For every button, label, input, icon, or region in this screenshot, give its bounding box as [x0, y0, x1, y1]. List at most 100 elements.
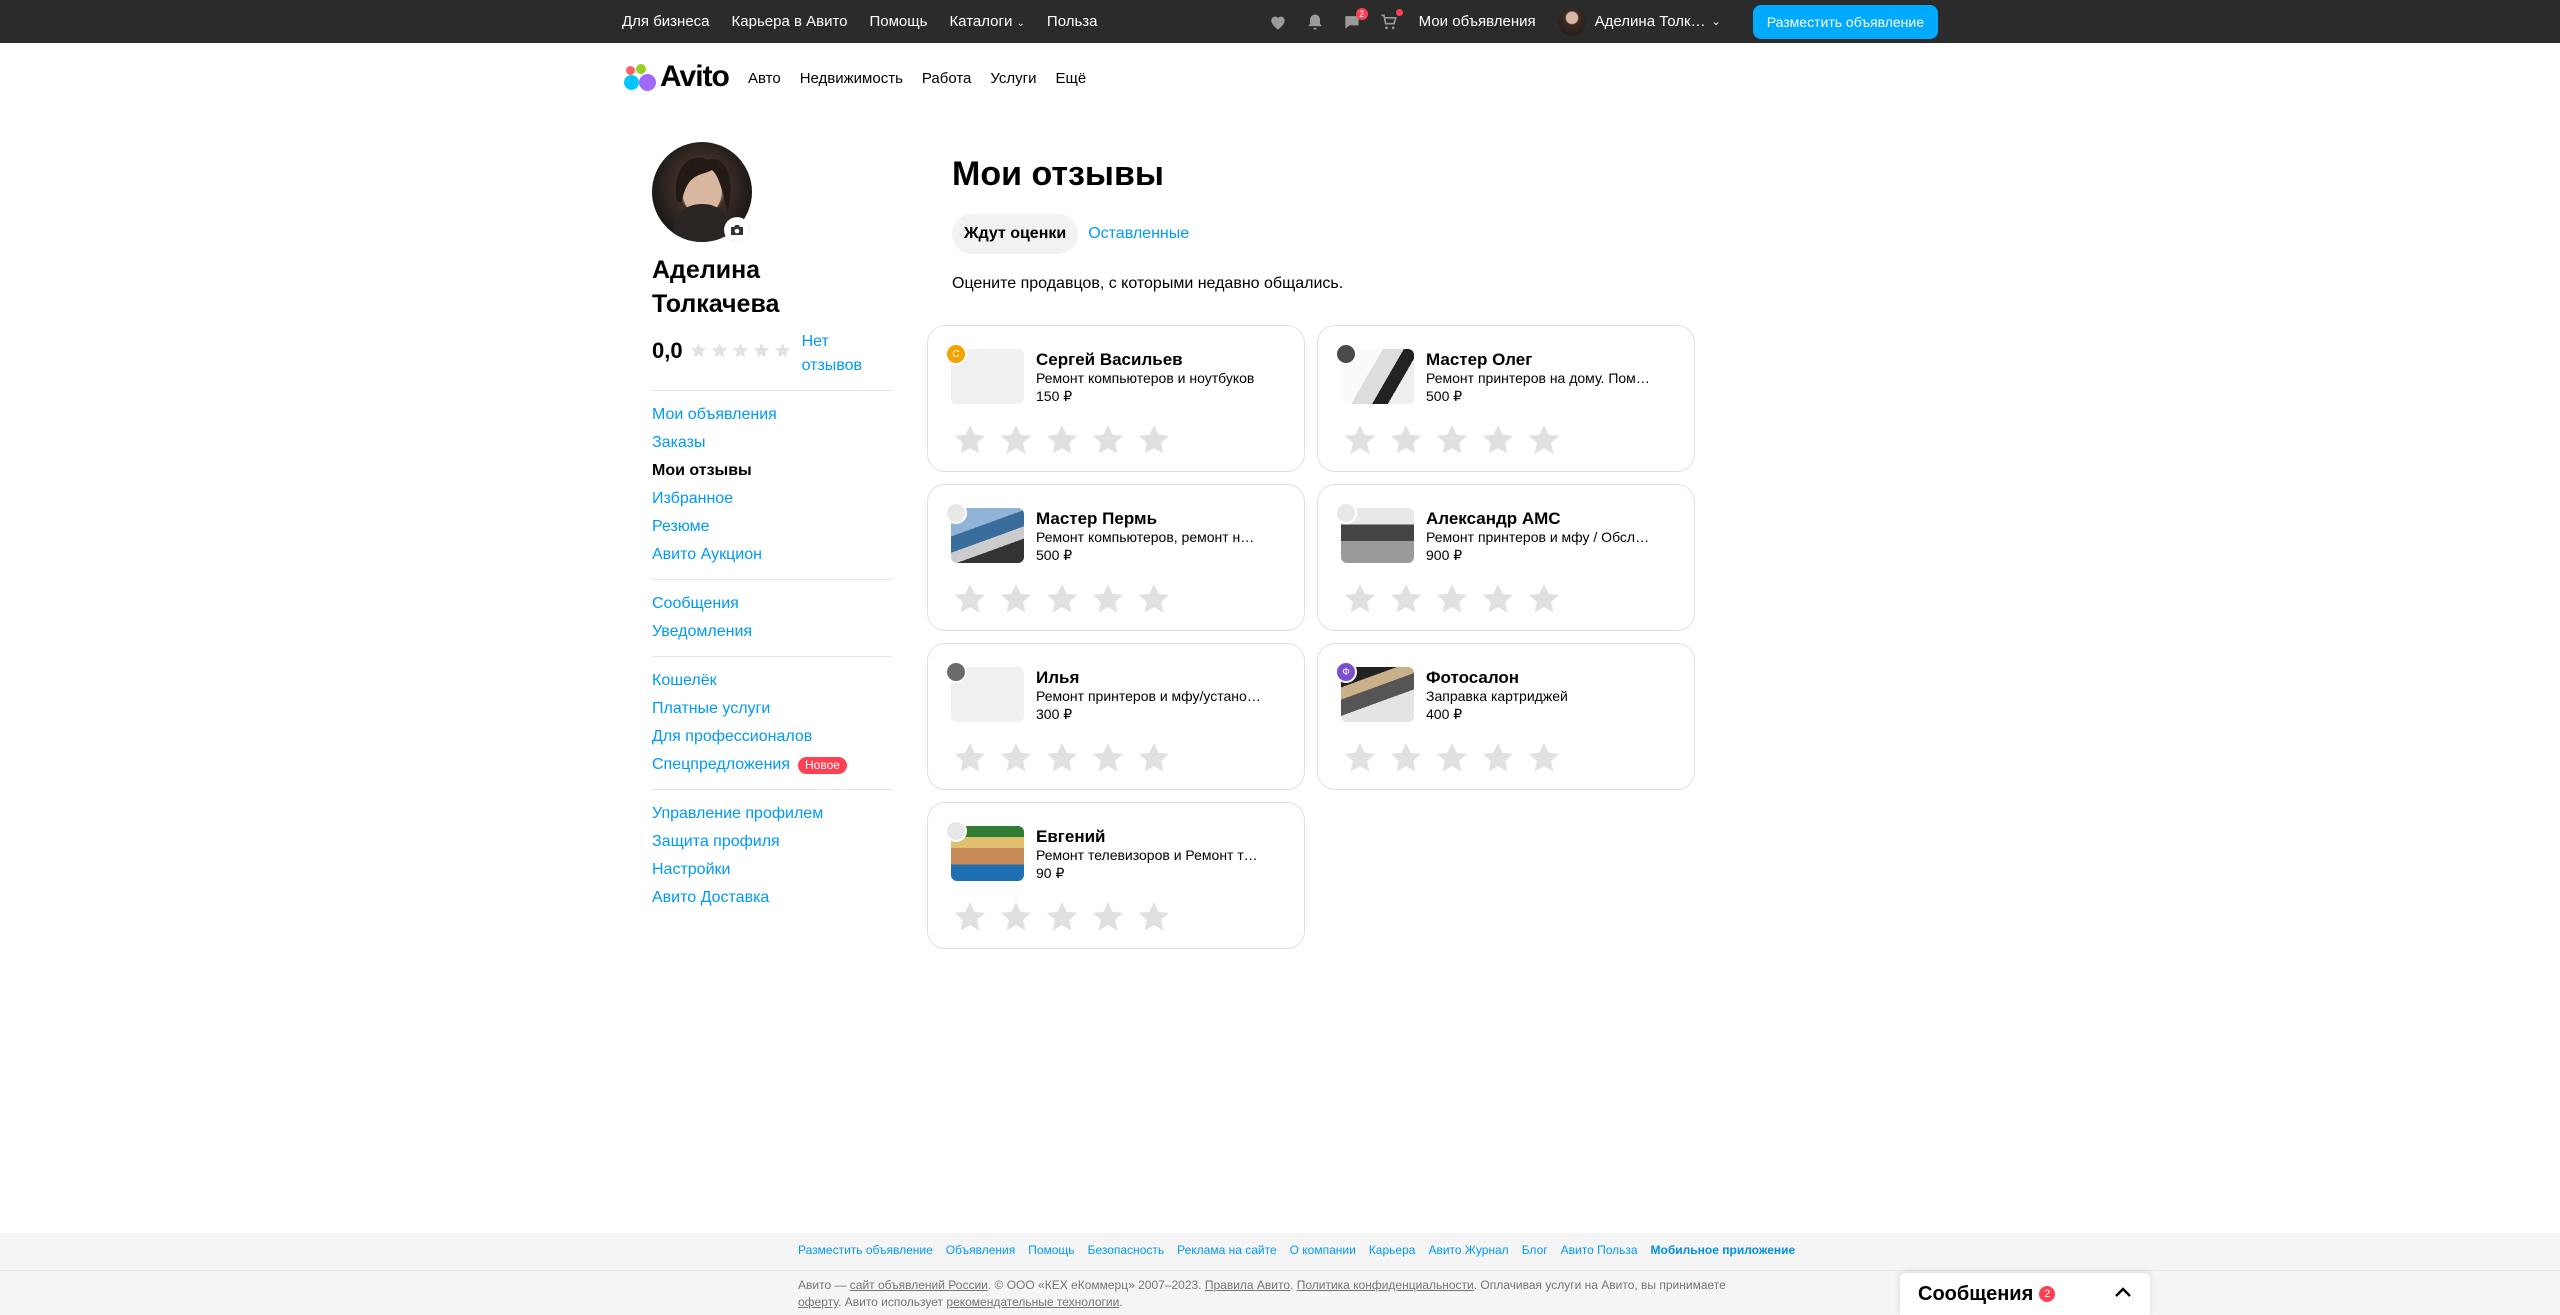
sidebar-item-orders[interactable]: Заказы	[652, 429, 892, 457]
sidebar-item-favorites[interactable]: Избранное	[652, 485, 892, 513]
sidebar-item-profile-protection[interactable]: Защита профиля	[652, 828, 892, 856]
rate-star-icon[interactable]	[1387, 421, 1425, 459]
sidebar-item-my-ads[interactable]: Мои объявления	[652, 401, 892, 429]
footer-link[interactable]: Авито Польза	[1561, 1243, 1638, 1257]
listing-title[interactable]: Ремонт телевизоров и Ремонт техники	[1036, 847, 1261, 863]
career-link[interactable]: Карьера в Авито	[732, 13, 848, 30]
listing-title[interactable]: Ремонт компьютеров, ремонт ноутбуков	[1036, 529, 1261, 545]
rating-stars-input[interactable]	[951, 898, 1173, 936]
tab-left-reviews[interactable]: Оставленные	[1088, 225, 1189, 243]
sidebar-item-delivery[interactable]: Авито Доставка	[652, 884, 892, 912]
rate-star-icon[interactable]	[1525, 580, 1563, 618]
sidebar-item-notifications[interactable]: Уведомления	[652, 618, 892, 646]
rate-star-icon[interactable]	[1089, 580, 1127, 618]
legal-link[interactable]: сайт объявлений России	[850, 1278, 988, 1292]
footer-link-mobile-app[interactable]: Мобильное приложение	[1651, 1243, 1796, 1257]
rate-star-icon[interactable]	[1135, 421, 1173, 459]
rate-star-icon[interactable]	[997, 739, 1035, 777]
footer-link[interactable]: Разместить объявление	[798, 1243, 933, 1257]
rating-stars-input[interactable]	[1341, 421, 1563, 459]
seller-card[interactable]: С Сергей Васильев Ремонт компьютеров и ноу…	[927, 325, 1305, 472]
seller-card[interactable]: Мастер Пермь Ремонт компьютеров, ремонт н…	[927, 484, 1305, 631]
sidebar-item-settings[interactable]: Настройки	[652, 856, 892, 884]
rate-star-icon[interactable]	[1479, 580, 1517, 618]
rate-star-icon[interactable]	[1387, 580, 1425, 618]
rate-star-icon[interactable]	[1387, 739, 1425, 777]
tab-awaiting-rating[interactable]: Ждут оценки	[952, 214, 1079, 254]
cart-icon[interactable]	[1378, 8, 1403, 33]
rate-star-icon[interactable]	[1341, 421, 1379, 459]
rate-star-icon[interactable]	[1479, 739, 1517, 777]
rate-star-icon[interactable]	[951, 421, 989, 459]
nav-jobs[interactable]: Работа	[922, 70, 972, 87]
sidebar-item-profile-management[interactable]: Управление профилем	[652, 800, 892, 828]
rate-star-icon[interactable]	[997, 580, 1035, 618]
sidebar-item-wallet[interactable]: Кошелёк	[652, 667, 892, 695]
listing-title[interactable]: Ремонт компьютеров и ноутбуков	[1036, 370, 1261, 386]
seller-card[interactable]: Александр АМС Ремонт принтеров и мфу / Об…	[1317, 484, 1695, 631]
sidebar-item-special-offers[interactable]: Спецпредложения Новое	[652, 751, 892, 779]
seller-card[interactable]: Мастер Олег Ремонт принтеров на дому. Пом…	[1317, 325, 1695, 472]
benefit-link[interactable]: Польза	[1047, 13, 1098, 30]
camera-icon[interactable]	[725, 218, 749, 242]
rate-star-icon[interactable]	[1433, 739, 1471, 777]
footer-link[interactable]: Блог	[1522, 1243, 1548, 1257]
footer-link[interactable]: Безопасность	[1088, 1243, 1165, 1257]
seller-name[interactable]: Сергей Васильев	[1036, 350, 1183, 370]
sidebar-item-for-pros[interactable]: Для профессионалов	[652, 723, 892, 751]
listing-title[interactable]: Заправка картриджей	[1426, 688, 1651, 704]
legal-link[interactable]: рекомендательные технологии	[946, 1295, 1119, 1309]
sidebar-item-resume[interactable]: Резюме	[652, 513, 892, 541]
seller-name[interactable]: Александр АМС	[1426, 509, 1561, 529]
rate-star-icon[interactable]	[951, 580, 989, 618]
sidebar-item-messages[interactable]: Сообщения	[652, 590, 892, 618]
sidebar-item-my-reviews[interactable]: Мои отзывы	[652, 457, 892, 485]
footer-link[interactable]: О компании	[1290, 1243, 1356, 1257]
my-ads-link[interactable]: Мои объявления	[1419, 13, 1536, 30]
nav-auto[interactable]: Авто	[748, 70, 781, 87]
rate-star-icon[interactable]	[951, 898, 989, 936]
seller-name[interactable]: Мастер Пермь	[1036, 509, 1157, 529]
favorites-heart-icon[interactable]	[1267, 11, 1289, 33]
legal-link[interactable]: оферту	[798, 1295, 838, 1309]
rate-star-icon[interactable]	[1043, 580, 1081, 618]
legal-link[interactable]: Правила Авито	[1205, 1278, 1290, 1292]
for-business-link[interactable]: Для бизнеса	[622, 13, 710, 30]
rate-star-icon[interactable]	[951, 739, 989, 777]
listing-title[interactable]: Ремонт принтеров и мфу / Обслуживание	[1426, 529, 1651, 545]
seller-card[interactable]: ЕвгенийРемонт телевизоров и Ремонт техни…	[927, 802, 1305, 949]
footer-link[interactable]: Помощь	[1028, 1243, 1074, 1257]
rate-star-icon[interactable]	[1525, 421, 1563, 459]
rate-star-icon[interactable]	[1341, 739, 1379, 777]
seller-name[interactable]: Евгений	[1036, 827, 1106, 847]
rating-stars-input[interactable]	[951, 739, 1173, 777]
no-reviews-link[interactable]: Нет отзывов	[802, 330, 882, 378]
rate-star-icon[interactable]	[1089, 421, 1127, 459]
rate-star-icon[interactable]	[1089, 739, 1127, 777]
rate-star-icon[interactable]	[1135, 898, 1173, 936]
seller-card[interactable]: Илья Ремонт принтеров и мфу/установка 300 …	[927, 643, 1305, 790]
sidebar-item-paid-services[interactable]: Платные услуги	[652, 695, 892, 723]
chevron-up-icon[interactable]	[2114, 1285, 2132, 1303]
rating-stars-input[interactable]	[951, 421, 1173, 459]
rate-star-icon[interactable]	[1341, 580, 1379, 618]
help-link[interactable]: Помощь	[870, 13, 928, 30]
rate-star-icon[interactable]	[1433, 580, 1471, 618]
footer-link[interactable]: Реклама на сайте	[1177, 1243, 1277, 1257]
nav-realty[interactable]: Недвижимость	[800, 70, 903, 87]
post-ad-button[interactable]: Разместить объявление	[1752, 4, 1938, 39]
nav-more[interactable]: Ещё	[1056, 70, 1087, 87]
rating-stars-input[interactable]	[1341, 580, 1563, 618]
messenger-panel[interactable]: Сообщения 2	[1900, 1273, 2150, 1315]
seller-name[interactable]: Мастер Олег	[1426, 350, 1532, 370]
rate-star-icon[interactable]	[1479, 421, 1517, 459]
messages-icon[interactable]: 2	[1341, 7, 1368, 33]
rate-star-icon[interactable]	[997, 898, 1035, 936]
rate-star-icon[interactable]	[1135, 580, 1173, 618]
rating-stars-input[interactable]	[951, 580, 1173, 618]
listing-title[interactable]: Ремонт принтеров и мфу/установка	[1036, 688, 1261, 704]
user-menu[interactable]: Аделина Толк… ⌄	[1557, 7, 1721, 36]
rate-star-icon[interactable]	[1433, 421, 1471, 459]
footer-link[interactable]: Авито Журнал	[1428, 1243, 1508, 1257]
seller-name[interactable]: Илья	[1036, 668, 1079, 688]
